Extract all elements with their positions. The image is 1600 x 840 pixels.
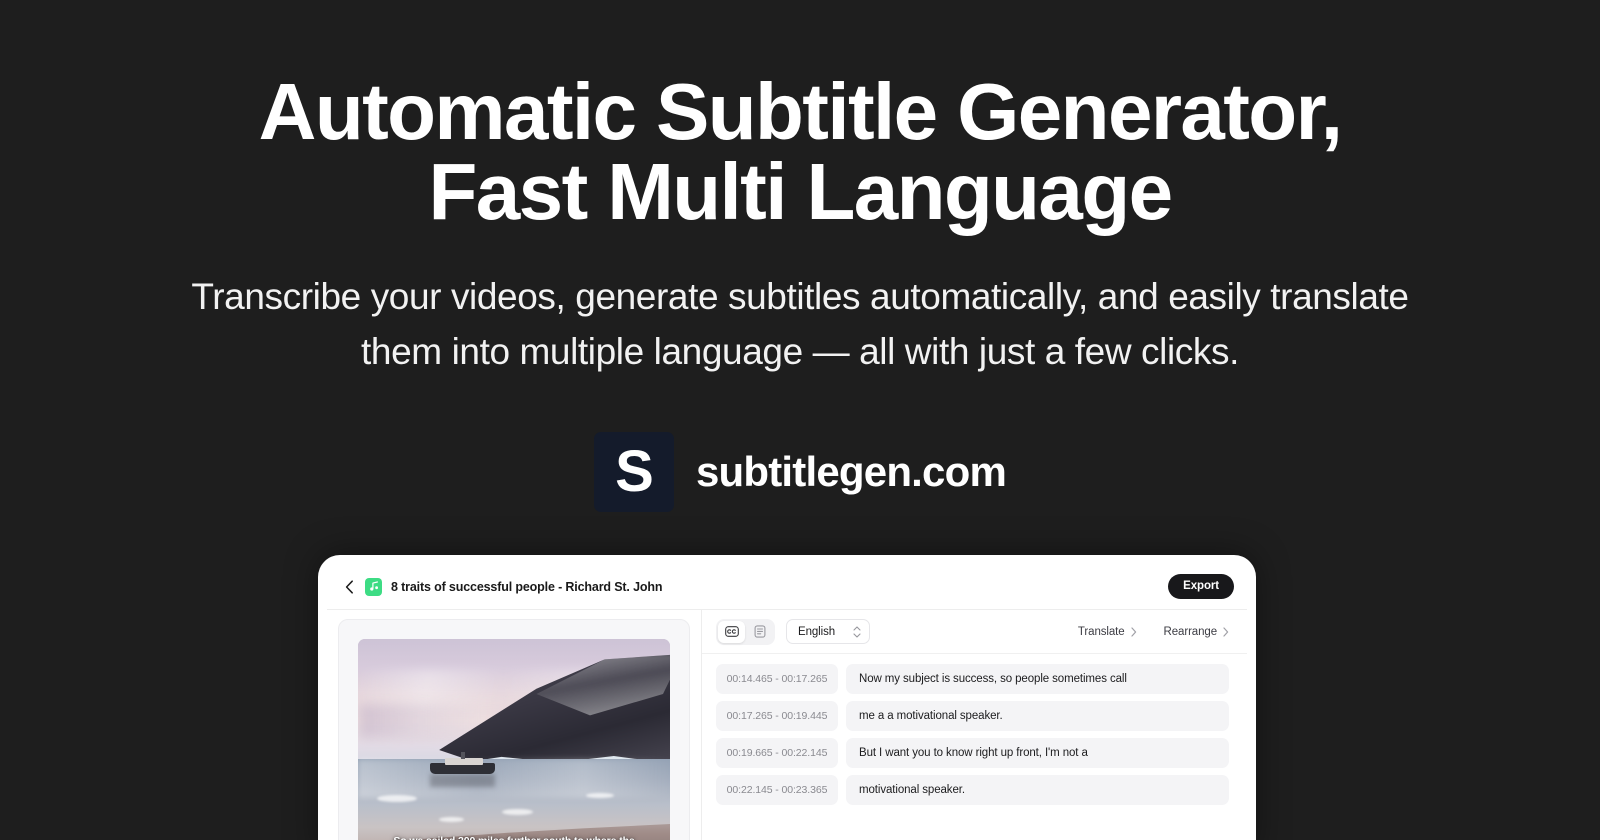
video-ice-floe xyxy=(585,792,614,799)
language-select-value: English xyxy=(798,625,836,638)
subtitle-timecode[interactable]: 00:19.665 - 00:22.145 xyxy=(716,738,838,768)
video-ship-reflection xyxy=(429,774,496,788)
translate-label: Translate xyxy=(1077,625,1125,638)
rearrange-button[interactable]: Rearrange xyxy=(1164,626,1229,638)
chevron-up-down-icon xyxy=(853,625,861,638)
subtitle-text[interactable]: But I want you to know right up front, I… xyxy=(846,738,1229,768)
toolbar-links: Translate Rearrange xyxy=(1078,626,1229,638)
subtitle-toolbar: English Translate Rearrange xyxy=(702,610,1247,654)
app-inner: 8 traits of successful people - Richard … xyxy=(327,564,1247,840)
view-mode-segmented-control xyxy=(716,618,775,645)
video-preview-pane: So we sailed 200 miles further south to … xyxy=(327,610,702,840)
video-player[interactable]: So we sailed 200 miles further south to … xyxy=(358,639,670,840)
hero-section: Automatic Subtitle Generator, Fast Multi… xyxy=(0,0,1600,512)
translate-button[interactable]: Translate xyxy=(1078,626,1137,638)
app-header-bar: 8 traits of successful people - Richard … xyxy=(327,564,1247,610)
subtitle-list[interactable]: 00:14.465 - 00:17.265 Now my subject is … xyxy=(702,654,1247,840)
subtitle-editor-pane: English Translate Rearrange 00:14.465 - … xyxy=(702,610,1247,840)
video-water-shine xyxy=(358,759,670,799)
brand-name: subtitlegen.com xyxy=(695,447,1007,495)
video-ice-floe xyxy=(439,816,465,822)
subtitle-text[interactable]: me a a motivational speaker. xyxy=(846,701,1229,731)
video-caption-overlay: So we sailed 200 miles further south to … xyxy=(358,835,670,840)
brand-logo-letter: S xyxy=(615,438,654,504)
closed-caption-icon[interactable] xyxy=(718,620,745,643)
promo-page: Automatic Subtitle Generator, Fast Multi… xyxy=(0,0,1600,840)
app-file-title: 8 traits of successful people - Richard … xyxy=(391,579,663,594)
subtitle-row[interactable]: 00:14.465 - 00:17.265 Now my subject is … xyxy=(716,664,1229,694)
language-select[interactable]: English xyxy=(786,619,871,644)
video-ship xyxy=(429,763,496,775)
video-ship-mast xyxy=(460,751,465,759)
subtitle-row[interactable]: 00:22.145 - 00:23.365 motivational speak… xyxy=(716,775,1229,805)
chevron-right-icon xyxy=(1223,626,1229,637)
page-title: Automatic Subtitle Generator, Fast Multi… xyxy=(258,67,1343,236)
music-note-icon xyxy=(365,577,382,596)
rearrange-label: Rearrange xyxy=(1163,625,1218,638)
subtitle-timecode[interactable]: 00:17.265 - 00:19.445 xyxy=(716,701,838,731)
transcript-document-icon[interactable] xyxy=(746,621,773,643)
subtitle-text[interactable]: Now my subject is success, so people som… xyxy=(846,664,1229,694)
chevron-left-icon[interactable] xyxy=(341,579,357,595)
subtitle-row[interactable]: 00:17.265 - 00:19.445 me a a motivationa… xyxy=(716,701,1229,731)
subtitle-row[interactable]: 00:19.665 - 00:22.145 But I want you to … xyxy=(716,738,1229,768)
app-window-preview: 8 traits of successful people - Richard … xyxy=(318,555,1256,840)
subtitle-timecode[interactable]: 00:22.145 - 00:23.365 xyxy=(716,775,838,805)
app-body: So we sailed 200 miles further south to … xyxy=(327,610,1247,840)
brand-lockup: S subtitlegen.com xyxy=(0,431,1600,512)
page-subtitle: Transcribe your videos, generate subtitl… xyxy=(191,276,1409,372)
export-button[interactable]: Export xyxy=(1168,573,1234,600)
video-shell: So we sailed 200 miles further south to … xyxy=(338,619,690,840)
subtitle-timecode[interactable]: 00:14.465 - 00:17.265 xyxy=(716,664,838,694)
brand-logo: S xyxy=(593,431,674,512)
chevron-right-icon xyxy=(1130,626,1137,637)
subtitle-text[interactable]: motivational speaker. xyxy=(846,775,1229,805)
